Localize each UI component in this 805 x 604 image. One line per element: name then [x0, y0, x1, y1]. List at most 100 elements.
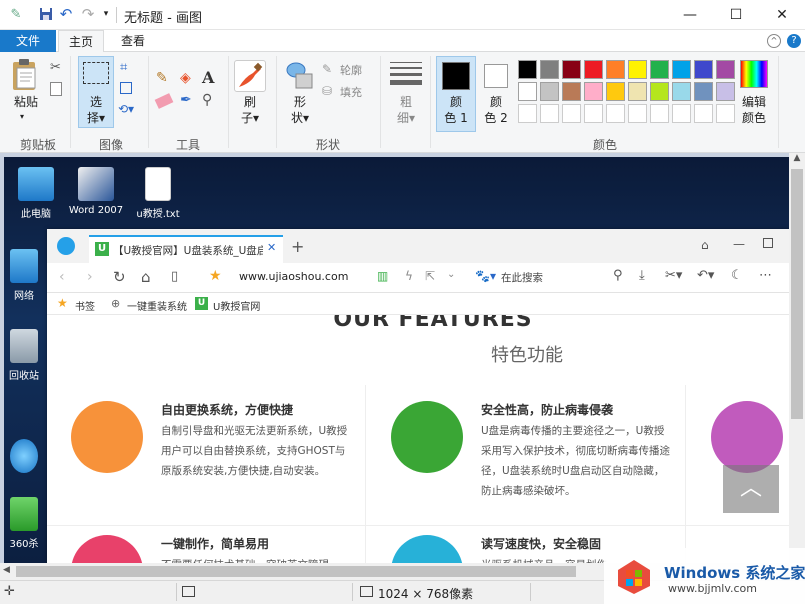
canvas-image[interactable]: 此电脑 Word 2007 u教授.txt 网络 回收站 Intern Expl…	[4, 157, 789, 563]
share-icon[interactable]: ⇱	[425, 269, 435, 283]
scroll-up-icon[interactable]: ▲	[789, 153, 805, 163]
palette-color-swatch[interactable]	[606, 104, 625, 123]
fill-bucket-icon[interactable]: ◈	[180, 70, 191, 86]
lightning-icon[interactable]: ϟ	[405, 269, 413, 283]
vertical-scroll-thumb[interactable]	[791, 169, 803, 419]
back-to-top-button[interactable]: ︿	[723, 465, 779, 513]
palette-color-swatch[interactable]	[584, 60, 603, 79]
rotate-icon[interactable]: ⟲▾	[118, 102, 134, 116]
search-input[interactable]: 在此搜索	[501, 270, 543, 285]
crop-icon[interactable]: ⌗	[120, 60, 127, 75]
fill-icon[interactable]: ⛁	[322, 84, 332, 98]
close-tab-icon[interactable]: ✕	[267, 241, 276, 254]
palette-color-swatch[interactable]	[518, 60, 537, 79]
help-icon[interactable]: ?	[787, 34, 801, 48]
palette-color-swatch[interactable]	[562, 82, 581, 101]
cut-icon[interactable]: ✂	[50, 60, 61, 75]
save-icon[interactable]	[38, 6, 54, 22]
shapes-button[interactable]: 形 状▾	[284, 94, 316, 126]
palette-color-swatch[interactable]	[606, 82, 625, 101]
fill-button[interactable]: 填充	[340, 84, 362, 100]
palette-color-swatch[interactable]	[540, 60, 559, 79]
tab-file[interactable]: 文件	[0, 30, 56, 52]
address-bar[interactable]: www.ujiaoshou.com	[239, 270, 348, 283]
scroll-left-icon[interactable]: ◀	[3, 565, 10, 575]
minimize-button[interactable]: —	[667, 0, 713, 30]
palette-color-swatch[interactable]	[628, 104, 647, 123]
palette-color-swatch[interactable]	[716, 60, 735, 79]
brush-icon[interactable]	[234, 60, 266, 92]
palette-color-swatch[interactable]	[518, 104, 537, 123]
book-icon[interactable]: ▥	[377, 269, 388, 283]
palette-color-swatch[interactable]	[650, 82, 669, 101]
palette-color-swatch[interactable]	[540, 104, 559, 123]
palette-color-swatch[interactable]	[606, 60, 625, 79]
browser-logo-icon[interactable]	[57, 237, 75, 255]
menu-icon[interactable]: ⋯	[759, 268, 772, 283]
browser-minimize-button[interactable]: —	[733, 237, 745, 251]
palette-color-swatch[interactable]	[540, 82, 559, 101]
skin-icon[interactable]: ⌂	[701, 238, 709, 252]
collapse-ribbon-icon[interactable]: ^	[767, 34, 781, 48]
palette-color-swatch[interactable]	[562, 104, 581, 123]
paint-app-icon[interactable]: ✎	[8, 6, 24, 22]
palette-color-swatch[interactable]	[672, 104, 691, 123]
favorite-star-icon[interactable]: ★	[209, 268, 222, 284]
reader-icon[interactable]: ▯	[171, 269, 178, 284]
search-icon[interactable]: ⚲	[613, 268, 623, 283]
palette-color-swatch[interactable]	[716, 104, 735, 123]
copy-icon[interactable]	[50, 82, 62, 96]
night-mode-icon[interactable]: ☾	[731, 268, 743, 283]
refresh-icon[interactable]: ↻	[113, 268, 126, 286]
search-engine-icon[interactable]: 🐾▾	[475, 269, 496, 283]
new-tab-icon[interactable]: +	[291, 237, 304, 256]
color2-label[interactable]: 颜 色 2	[478, 94, 514, 126]
tab-view[interactable]: 查看	[110, 30, 156, 52]
palette-color-swatch[interactable]	[694, 60, 713, 79]
color2-swatch[interactable]	[484, 64, 508, 88]
undo-icon[interactable]: ↶	[58, 5, 74, 23]
close-button[interactable]: ✕	[759, 0, 805, 30]
palette-color-swatch[interactable]	[650, 104, 669, 123]
palette-color-swatch[interactable]	[672, 60, 691, 79]
paste-button[interactable]: 粘贴	[6, 94, 46, 110]
forward-icon[interactable]: ›	[87, 269, 93, 285]
palette-color-swatch[interactable]	[694, 82, 713, 101]
browser-tab[interactable]: U 【U教授官网】U盘装系统_U盘启动 ✕	[89, 235, 283, 263]
back-icon[interactable]: ‹	[59, 269, 65, 285]
palette-color-swatch[interactable]	[584, 104, 603, 123]
palette-color-swatch[interactable]	[672, 82, 691, 101]
color-picker-icon[interactable]: ✒	[180, 92, 192, 108]
palette-color-swatch[interactable]	[518, 82, 537, 101]
text-tool-icon[interactable]: A	[202, 68, 214, 87]
size-button[interactable]: 粗 细▾	[390, 94, 422, 126]
palette-color-swatch[interactable]	[562, 60, 581, 79]
shapes-icon[interactable]	[284, 60, 316, 92]
download-icon[interactable]: ⤓	[639, 268, 645, 283]
bookmark-item[interactable]: 一键重装系统	[127, 298, 187, 313]
horizontal-scroll-thumb[interactable]	[16, 566, 576, 577]
screenshot-scissors-icon[interactable]: ✂▾	[665, 268, 682, 283]
undo-close-icon[interactable]: ↶▾	[697, 268, 714, 283]
edit-colors-icon[interactable]	[740, 60, 768, 88]
bookmark-item[interactable]: U教授官网	[213, 298, 260, 313]
brushes-button[interactable]: 刷 子▾	[234, 94, 266, 126]
eraser-icon[interactable]	[154, 93, 174, 109]
canvas-area[interactable]: 此电脑 Word 2007 u教授.txt 网络 回收站 Intern Expl…	[0, 153, 789, 563]
palette-color-swatch[interactable]	[716, 82, 735, 101]
bookmarks-label[interactable]: 书签	[75, 298, 95, 313]
redo-icon[interactable]: ↷	[80, 5, 96, 23]
pencil-icon[interactable]: ✎	[156, 70, 168, 86]
outline-icon[interactable]: ✎	[322, 62, 332, 76]
edit-colors-button[interactable]: 编辑 颜色	[734, 94, 774, 126]
home-icon[interactable]: ⌂	[141, 268, 151, 286]
vertical-scrollbar[interactable]: ▲	[789, 153, 805, 563]
maximize-button[interactable]: ☐	[713, 0, 759, 30]
palette-color-swatch[interactable]	[628, 60, 647, 79]
resize-icon[interactable]	[120, 82, 132, 94]
paste-dropdown-icon[interactable]: ▾	[20, 112, 24, 121]
bookmarks-star-icon[interactable]: ★	[57, 296, 68, 310]
tab-home[interactable]: 主页	[58, 30, 104, 53]
palette-color-swatch[interactable]	[694, 104, 713, 123]
browser-maximize-button[interactable]	[763, 238, 773, 248]
